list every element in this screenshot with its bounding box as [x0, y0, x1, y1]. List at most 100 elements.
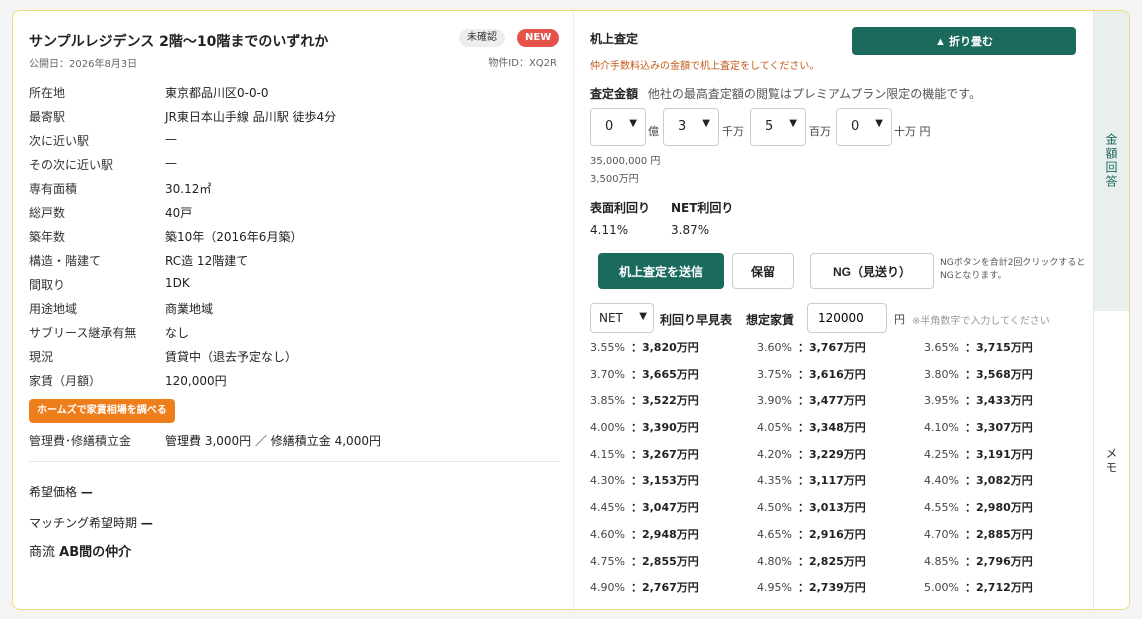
- yield-cell: 4.40% ：3,082万円: [924, 472, 1033, 488]
- homes-rent-button[interactable]: ホームズで家賃相場を調べる: [29, 399, 175, 423]
- tab-memo[interactable]: メモ: [1094, 311, 1129, 609]
- juman-unit: 十万 円: [894, 125, 931, 138]
- yield-cell: 4.25% ：3,191万円: [924, 446, 1033, 462]
- submit-appraisal-button[interactable]: 机上査定を送信: [598, 253, 724, 289]
- amount-label: 査定金額: [590, 87, 639, 101]
- detail-key: 次に近い駅: [29, 134, 90, 148]
- yield-amount: ：3,568万円: [964, 367, 1033, 381]
- rent-unit: 円: [894, 313, 905, 326]
- senman-unit: 千万: [722, 125, 744, 138]
- detail-row: 築年数 築10年（2016年6月築）: [29, 225, 559, 249]
- yield-percent: 3.65%: [924, 341, 959, 354]
- yield-percent: 4.15%: [590, 447, 625, 461]
- detail-row: 総戸数 40戸: [29, 201, 559, 225]
- detail-key: 現況: [29, 350, 54, 364]
- rent-hint: ※半角数字で入力してください: [912, 316, 1050, 327]
- yield-cell: 3.65% ：3,715万円: [924, 339, 1033, 355]
- hold-button[interactable]: 保留: [732, 253, 794, 289]
- yield-amount: ：3,229万円: [797, 447, 866, 461]
- yield-percent: 4.30%: [590, 474, 625, 488]
- yield-percent: 4.25%: [924, 447, 959, 461]
- detail-key: その次に近い駅: [29, 158, 114, 172]
- yield-percent: 4.80%: [757, 554, 792, 568]
- fold-button[interactable]: ▲ 折り畳む: [852, 27, 1076, 55]
- property-details: 所在地 東京都品川区0-0-0 最寄駅 JR東日本山手線 品川駅 徒歩4分 次に近い駅 —…: [29, 81, 559, 393]
- yield-cell: 4.05% ：3,348万円: [757, 419, 866, 435]
- senman-select[interactable]: 3 ▼: [663, 108, 719, 146]
- chevron-down-icon: ▼: [639, 311, 647, 322]
- yield-cell: 3.70% ：3,665万円: [590, 366, 699, 382]
- assumed-rent-label: 想定家賃: [746, 313, 795, 327]
- yield-percent: 4.90%: [590, 581, 625, 595]
- property-card: サンプルレジデンス 2階〜10階までのいずれか 公開日：2026年8月3日 未確…: [12, 10, 1130, 610]
- yield-cell: 4.10% ：3,307万円: [924, 419, 1033, 435]
- yield-row: 3.55% ：3,820万円 3.60% ：3,767万円 3.65% ：3,715万円: [590, 337, 1070, 364]
- juman-select-value: 0: [851, 119, 860, 134]
- assumed-rent-input[interactable]: [807, 303, 887, 333]
- yield-type-value: NET: [599, 311, 623, 325]
- appraisal-note: 仲介手数料込みの金額で机上査定をしてください。: [590, 61, 820, 72]
- yield-percent: 4.00%: [590, 421, 625, 435]
- divider: [29, 461, 559, 462]
- yield-percent: 4.60%: [590, 527, 625, 541]
- yield-amount: ：2,885万円: [964, 527, 1033, 541]
- yield-percent: 4.95%: [757, 581, 792, 595]
- detail-row: 専有面積 30.12㎡: [29, 177, 559, 201]
- yield-percent: 3.80%: [924, 367, 959, 381]
- yield-cell: 3.55% ：3,820万円: [590, 339, 699, 355]
- yield-type-select[interactable]: NET ▼: [590, 303, 654, 333]
- detail-row: 所在地 東京都品川区0-0-0: [29, 81, 559, 105]
- yield-amount: ：2,712万円: [964, 581, 1033, 595]
- chevron-down-icon: ▼: [629, 118, 637, 129]
- yield-cell: 3.60% ：3,767万円: [757, 339, 866, 355]
- amount-premium-note: 他社の最高査定額の閲覧はプレミアムプラン限定の機能です。: [647, 87, 982, 101]
- detail-key: 専有面積: [29, 182, 78, 196]
- yield-percent: 3.55%: [590, 341, 625, 354]
- detail-row: 現況 賃貸中（退去予定なし）: [29, 345, 559, 369]
- detail-row-kanri: 管理費･修繕積立金 管理費 3,000円 ／ 修繕積立金 4,000円: [29, 429, 559, 453]
- yield-cell: 3.85% ：3,522万円: [590, 392, 699, 408]
- detail-key: 家賃（月額）: [29, 374, 102, 388]
- oku-select[interactable]: 0 ▼: [590, 108, 646, 146]
- yield-amount: ：3,433万円: [964, 394, 1033, 408]
- yield-row: 4.75% ：2,855万円 4.80% ：2,825万円 4.85% ：2,796万円: [590, 551, 1070, 578]
- ng-note: NGボタンを合計2回クリックするとNGとなります。: [940, 258, 1086, 281]
- yield-amount: ：3,715万円: [964, 341, 1033, 354]
- yield-row: 4.45% ：3,047万円 4.50% ：3,013万円 4.55% ：2,980万円: [590, 497, 1070, 524]
- hyakuman-unit: 百万: [809, 125, 831, 138]
- detail-key: 築年数: [29, 230, 66, 244]
- yield-amount: ：3,013万円: [797, 501, 866, 515]
- yield-cell: 4.90% ：2,767万円: [590, 579, 699, 595]
- yield-percent: 5.00%: [924, 581, 959, 595]
- yield-row: 3.85% ：3,522万円 3.90% ：3,477万円 3.95% ：3,433万円: [590, 390, 1070, 417]
- status-badge: 未確認: [459, 29, 505, 47]
- yield-amount: ：3,767万円: [797, 341, 866, 354]
- yield-row: 4.60% ：2,948万円 4.65% ：2,916万円 4.70% ：2,885万円: [590, 524, 1070, 551]
- juman-select[interactable]: 0 ▼: [836, 108, 892, 146]
- yield-percent: 4.55%: [924, 501, 959, 515]
- yield-amount: ：2,980万円: [964, 501, 1033, 515]
- detail-value: —: [165, 132, 177, 146]
- matching-time-value: —: [140, 516, 153, 530]
- tab-price-answer[interactable]: 金額回答: [1094, 11, 1129, 311]
- tab-memo-label: メモ: [1104, 447, 1118, 475]
- yield-cell: 3.75% ：3,616万円: [757, 366, 866, 382]
- yield-cell: 4.35% ：3,117万円: [757, 472, 866, 488]
- matching-time-label: マッチング希望時期: [29, 516, 138, 530]
- yield-percent: 4.70%: [924, 527, 959, 541]
- detail-key: 最寄駅: [29, 110, 66, 124]
- hyakuman-select[interactable]: 5 ▼: [750, 108, 806, 146]
- yield-amount: ：3,117万円: [797, 474, 866, 488]
- oku-select-value: 0: [605, 119, 614, 134]
- yield-amount: ：2,739万円: [797, 581, 866, 595]
- detail-key: 構造・階建て: [29, 254, 102, 268]
- yield-percent: 4.50%: [757, 501, 792, 515]
- detail-row: 構造・階建て RC造 12階建て: [29, 249, 559, 273]
- yield-percent: 4.20%: [757, 447, 792, 461]
- detail-value: 築10年（2016年6月築）: [165, 230, 303, 244]
- yield-cell: 4.00% ：3,390万円: [590, 419, 699, 435]
- ng-button[interactable]: NG（見送り）: [810, 253, 934, 289]
- property-panel: サンプルレジデンス 2階〜10階までのいずれか 公開日：2026年8月3日 未確…: [13, 11, 574, 609]
- amount-yen: 35,000,000 円: [590, 156, 661, 167]
- chevron-down-icon: ▼: [789, 118, 797, 129]
